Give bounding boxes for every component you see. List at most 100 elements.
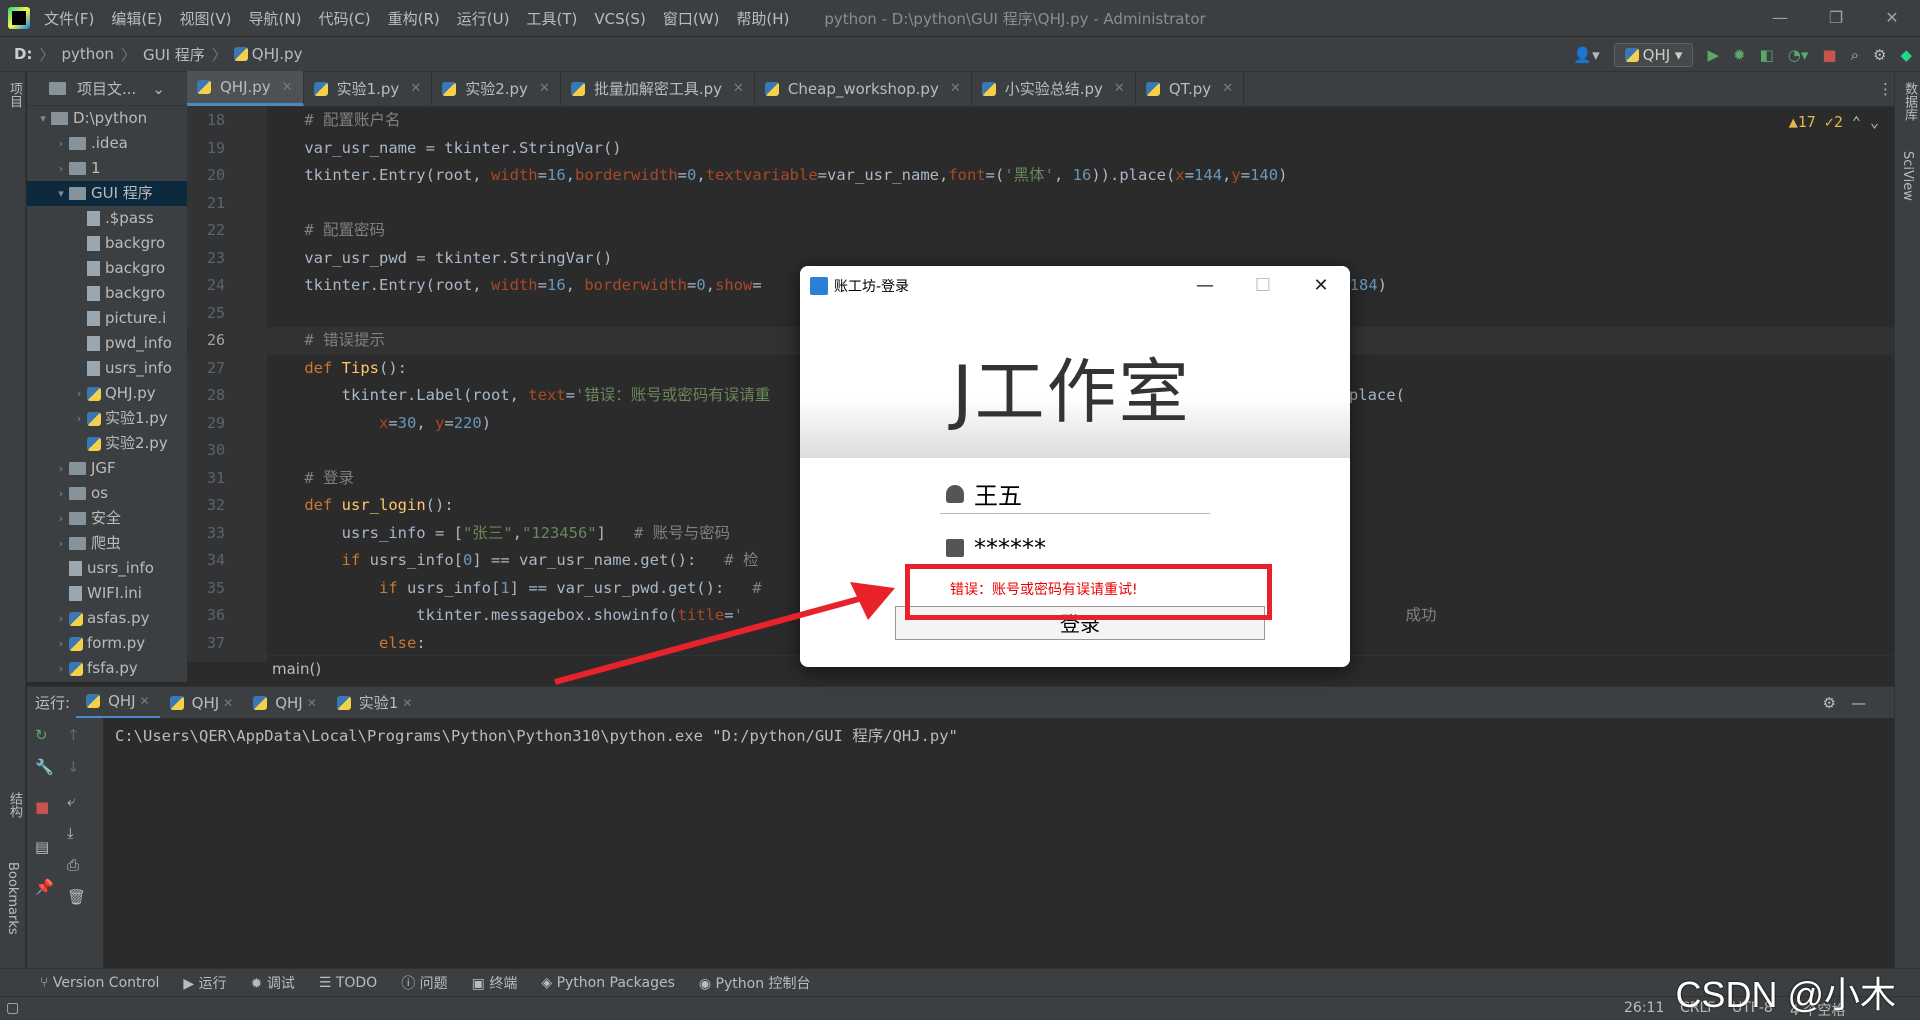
- bottom-tab[interactable]: ▣ 终端: [472, 973, 518, 993]
- tree-item[interactable]: pwd_info: [27, 331, 187, 356]
- tree-item[interactable]: backgro: [27, 231, 187, 256]
- profile-icon[interactable]: ◔▾: [1788, 46, 1809, 64]
- username-field[interactable]: 王五: [940, 474, 1210, 514]
- tree-item[interactable]: › .idea: [27, 131, 187, 156]
- expand-arrow-icon[interactable]: ›: [71, 381, 87, 406]
- tree-item[interactable]: › fsfa.py: [27, 656, 187, 681]
- bottom-tab[interactable]: ◉ Python 控制台: [699, 973, 811, 993]
- tree-item[interactable]: › JGF: [27, 456, 187, 481]
- menu-item[interactable]: 文件(F): [44, 10, 94, 28]
- tree-item[interactable]: › os: [27, 481, 187, 506]
- gear-icon[interactable]: ⚙: [1873, 46, 1886, 64]
- breadcrumb-item[interactable]: QHJ.py: [252, 45, 303, 63]
- menu-item[interactable]: 视图(V): [180, 10, 232, 28]
- bottom-tab[interactable]: ✹ 调试: [251, 973, 295, 993]
- menu-item[interactable]: 帮助(H): [736, 10, 789, 28]
- restore-icon[interactable]: ❐: [1808, 0, 1864, 36]
- minimize-panel-icon[interactable]: —: [1851, 694, 1866, 712]
- menu-item[interactable]: 重构(R): [388, 10, 440, 28]
- tree-item[interactable]: usrs_info: [27, 356, 187, 381]
- inspection-widget[interactable]: ▲17 ✓2 ⌃ ⌄: [1789, 113, 1879, 131]
- print-icon[interactable]: ⎙: [67, 856, 79, 874]
- bottom-tab[interactable]: ⓘ 问题: [401, 973, 447, 993]
- close-tab-icon[interactable]: ✕: [140, 694, 150, 708]
- menu-item[interactable]: 工具(T): [526, 10, 577, 28]
- chevron-down-icon[interactable]: ⌄: [152, 80, 165, 98]
- project-panel-title[interactable]: 项目文...: [77, 78, 136, 99]
- stop-icon[interactable]: ■: [35, 798, 49, 816]
- expand-arrow-icon[interactable]: ›: [53, 481, 69, 506]
- tree-item[interactable]: › 1: [27, 156, 187, 181]
- wrench-icon[interactable]: 🔧: [35, 758, 54, 776]
- editor-tab[interactable]: 实验1.py ✕: [304, 71, 433, 106]
- close-icon[interactable]: ✕: [1864, 0, 1920, 36]
- rerun-icon[interactable]: ↻: [35, 726, 48, 744]
- bookmarks-tool-button[interactable]: Bookmarks: [5, 862, 20, 935]
- expand-arrow-icon[interactable]: ›: [53, 506, 69, 531]
- run-tab[interactable]: QHJ ✕: [243, 687, 327, 719]
- close-tab-icon[interactable]: ✕: [733, 81, 744, 96]
- tree-item[interactable]: ▾ GUI 程序: [27, 181, 187, 206]
- coverage-icon[interactable]: ◧: [1760, 46, 1774, 64]
- menu-item[interactable]: 代码(C): [318, 10, 370, 28]
- database-tool-button[interactable]: 数据库: [1900, 82, 1919, 121]
- bottom-tab[interactable]: ☰ TODO: [319, 975, 377, 991]
- tree-item[interactable]: backgro: [27, 281, 187, 306]
- close-tab-icon[interactable]: ✕: [1222, 81, 1233, 96]
- layout-icon[interactable]: ▤: [35, 838, 49, 856]
- password-field[interactable]: ******: [940, 528, 1210, 568]
- project-tool-button[interactable]: 项目: [5, 82, 24, 108]
- close-tab-icon[interactable]: ✕: [223, 696, 233, 710]
- maximize-icon[interactable]: ☐: [1234, 266, 1292, 306]
- structure-tool-button[interactable]: 结构: [5, 792, 24, 818]
- close-tab-icon[interactable]: ✕: [282, 80, 293, 95]
- close-tab-icon[interactable]: ✕: [410, 81, 421, 96]
- run-tab[interactable]: 实验1 ✕: [327, 687, 423, 719]
- editor-tab[interactable]: QHJ.py ✕: [187, 71, 304, 106]
- tree-item[interactable]: › 安全: [27, 506, 187, 531]
- expand-arrow-icon[interactable]: ›: [53, 531, 69, 556]
- soft-wrap-icon[interactable]: ⤶: [67, 792, 75, 810]
- user-icon[interactable]: 👤▾: [1573, 46, 1599, 64]
- run-config-select[interactable]: QHJ ▾: [1613, 43, 1694, 67]
- breadcrumb-drive[interactable]: D:: [14, 45, 32, 63]
- tree-item[interactable]: 实验2.py: [27, 431, 187, 456]
- trash-icon[interactable]: 🗑: [67, 888, 86, 906]
- tree-item[interactable]: › QHJ.py: [27, 381, 187, 406]
- expand-arrow-icon[interactable]: ▾: [35, 106, 51, 131]
- menu-item[interactable]: 窗口(W): [663, 10, 720, 28]
- tree-item[interactable]: WIFI.ini: [27, 581, 187, 606]
- tree-item[interactable]: › form.py: [27, 631, 187, 656]
- close-tab-icon[interactable]: ✕: [402, 696, 412, 710]
- tree-item[interactable]: ▾ D:\python: [27, 106, 187, 131]
- run-tab[interactable]: QHJ ✕: [76, 687, 160, 719]
- minimize-icon[interactable]: —: [1752, 0, 1808, 36]
- tree-item[interactable]: picture.i: [27, 306, 187, 331]
- bottom-tab[interactable]: ◈ Python Packages: [541, 975, 675, 991]
- minimize-icon[interactable]: —: [1176, 266, 1234, 306]
- expand-arrow-icon[interactable]: ›: [53, 131, 69, 156]
- expand-arrow-icon[interactable]: ›: [53, 606, 69, 631]
- expand-arrow-icon[interactable]: ›: [53, 631, 69, 656]
- scroll-end-icon[interactable]: ⤓: [67, 824, 74, 842]
- tree-item[interactable]: usrs_info: [27, 556, 187, 581]
- expand-arrow-icon[interactable]: ›: [53, 456, 69, 481]
- close-tab-icon[interactable]: ✕: [307, 696, 317, 710]
- tree-item[interactable]: › 爬虫: [27, 531, 187, 556]
- run-tab[interactable]: QHJ ✕: [160, 687, 244, 719]
- down-arrow-icon[interactable]: ↓: [67, 758, 80, 776]
- close-tab-icon[interactable]: ✕: [1114, 81, 1125, 96]
- up-arrow-icon[interactable]: ↑: [67, 726, 80, 744]
- run-console[interactable]: C:\Users\QER\AppData\Local\Programs\Pyth…: [103, 718, 1894, 968]
- sciview-tool-button[interactable]: SciView: [1900, 151, 1915, 201]
- expand-arrow-icon[interactable]: ›: [53, 156, 69, 181]
- status-toggle-icon[interactable]: ▢: [6, 1000, 19, 1016]
- search-icon[interactable]: ⌕: [1851, 46, 1859, 64]
- editor-tab[interactable]: Cheap_workshop.py ✕: [755, 71, 972, 106]
- editor-tab[interactable]: QT.py ✕: [1136, 71, 1245, 106]
- run-icon[interactable]: ▶: [1707, 46, 1719, 64]
- close-icon[interactable]: ✕: [1292, 266, 1350, 306]
- editor-tab[interactable]: 小实验总结.py ✕: [972, 71, 1136, 106]
- close-tab-icon[interactable]: ✕: [950, 81, 961, 96]
- expand-arrow-icon[interactable]: ›: [71, 406, 87, 431]
